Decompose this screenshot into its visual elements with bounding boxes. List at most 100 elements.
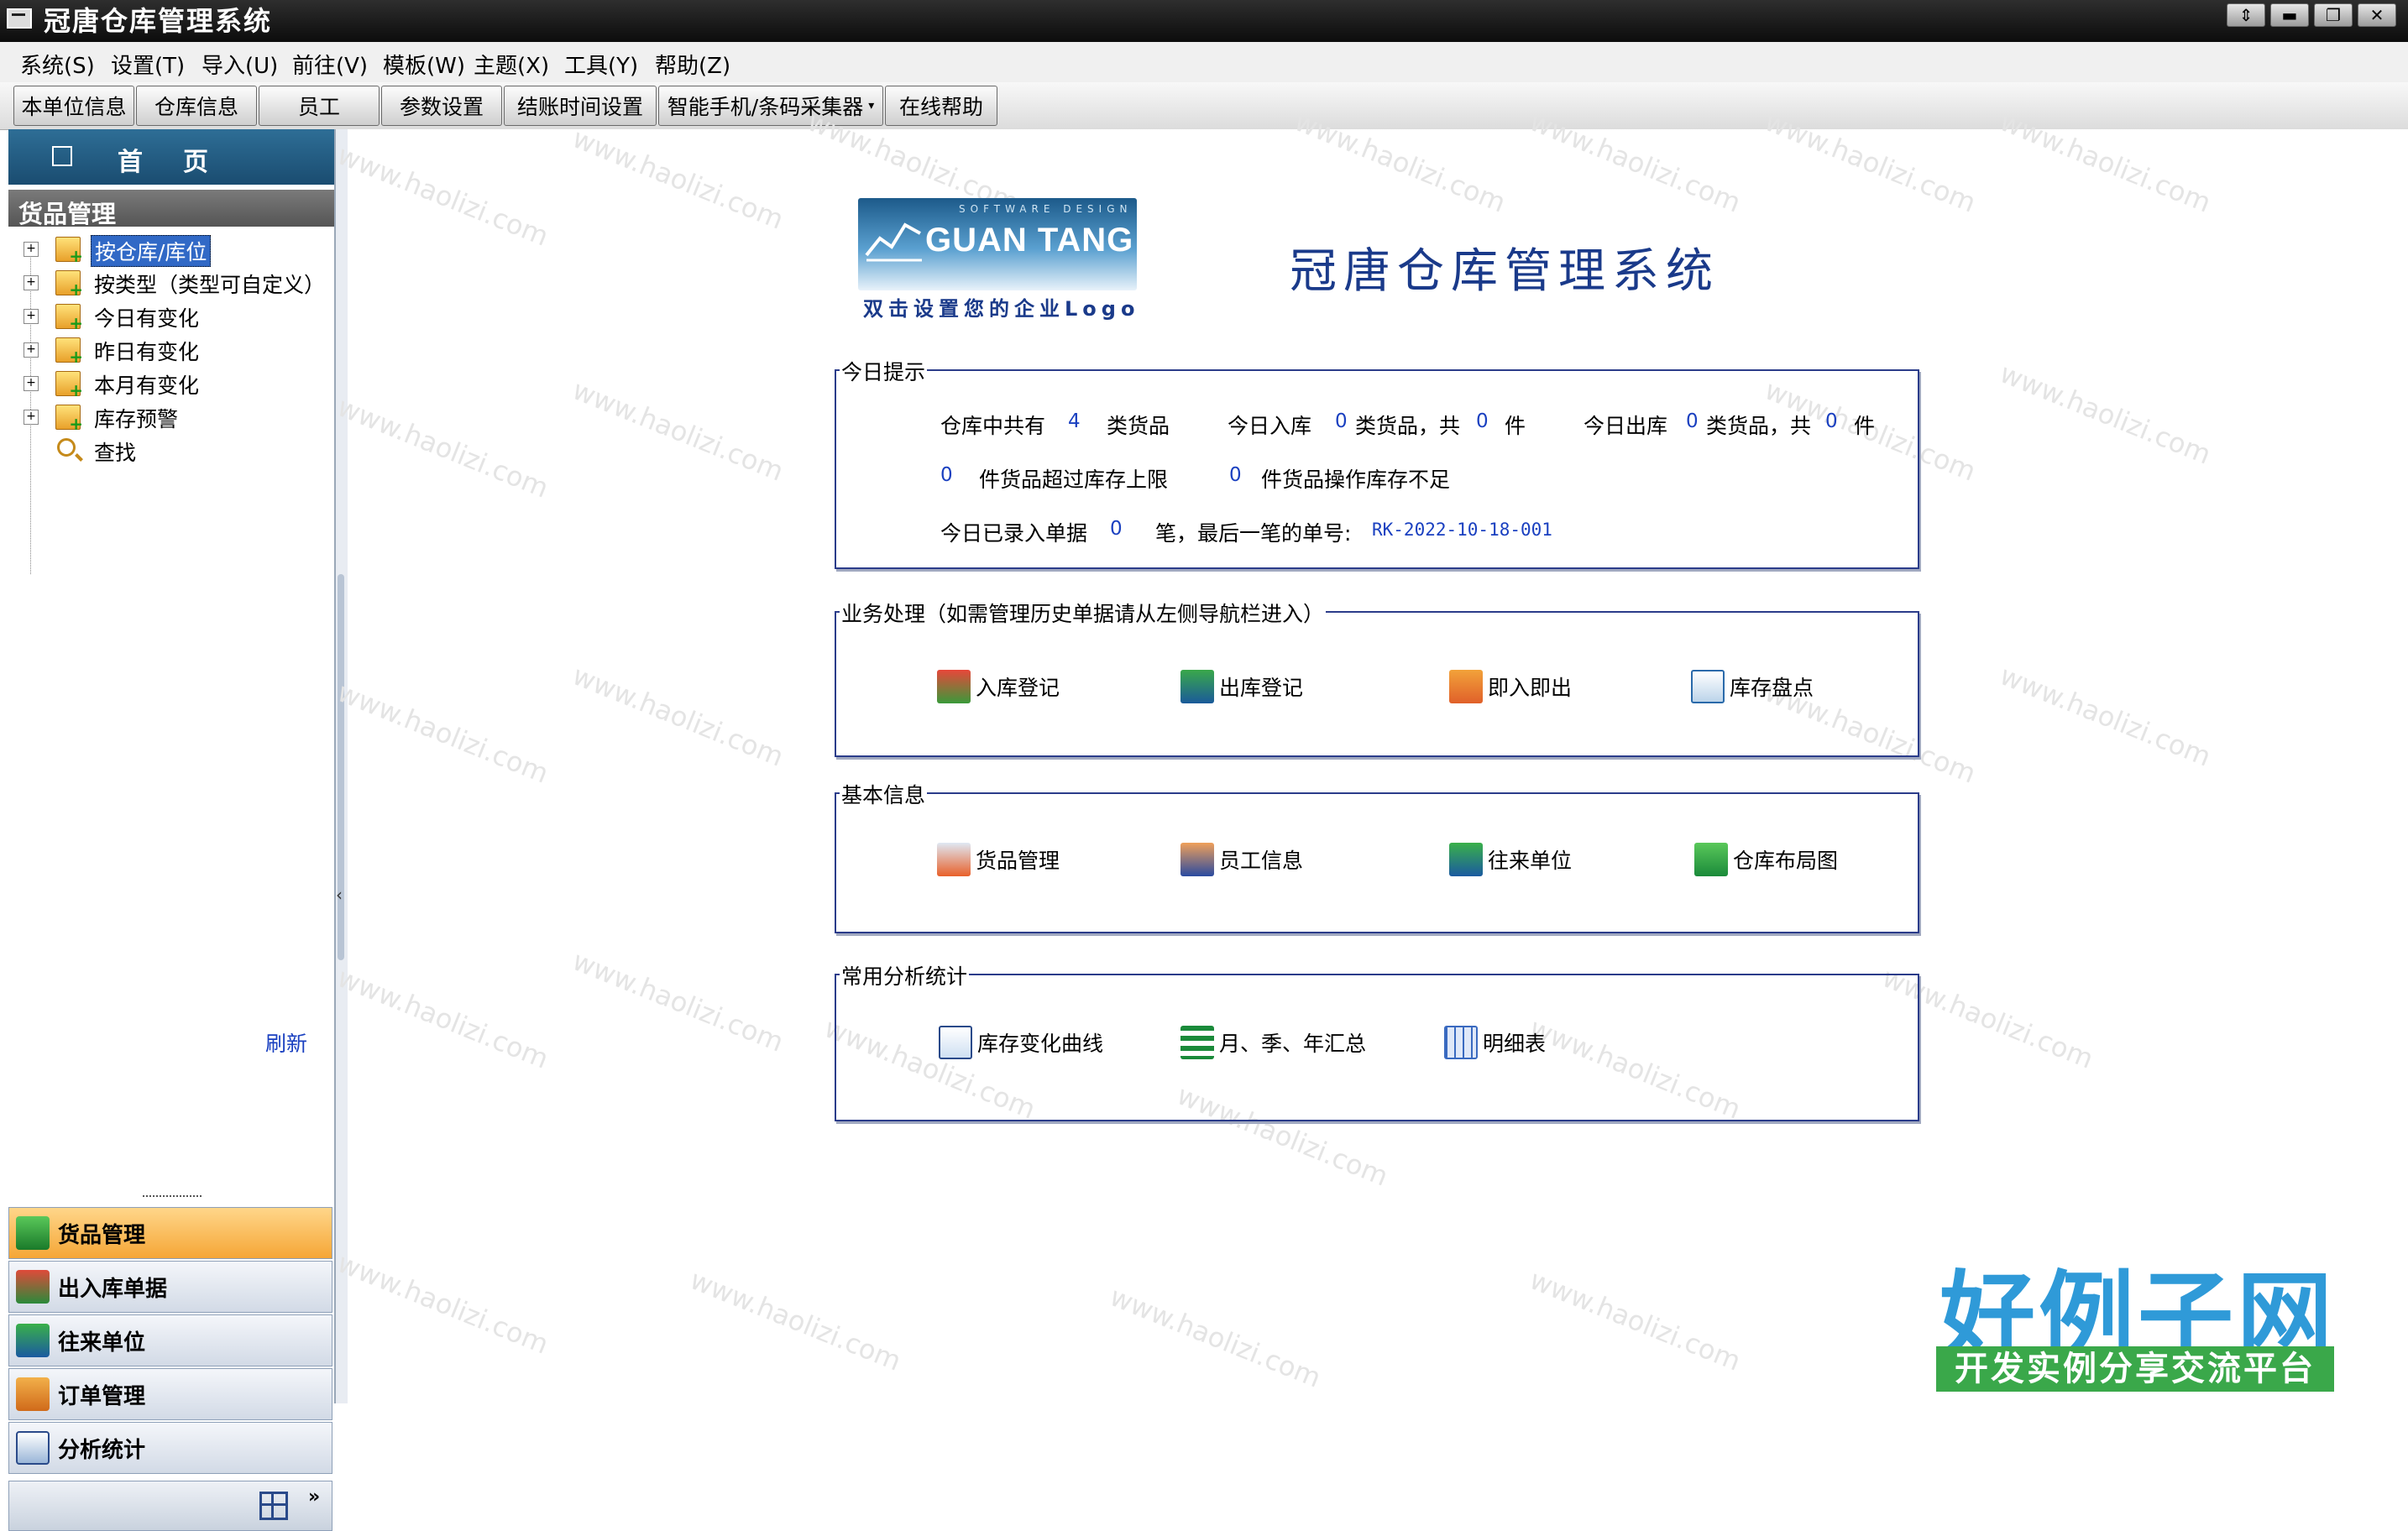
menu-goto[interactable]: 前往(V) [292, 49, 368, 80]
chevron-more-icon[interactable]: » [308, 1487, 320, 1507]
online-help-button[interactable]: 在线帮助 [885, 86, 997, 126]
menu-template[interactable]: 模板(W) [383, 49, 465, 80]
restore-button[interactable]: ❐ [2314, 3, 2353, 27]
expand-icon[interactable]: + [24, 242, 39, 257]
tree-item-stock-alert[interactable]: + 库存预警 [8, 401, 327, 434]
staff-button[interactable]: 员工 [259, 86, 380, 126]
tree-item-label: 库存预警 [94, 407, 179, 431]
watermark-text: www.haolizi.com [332, 1246, 553, 1361]
nav-label: 出入库单据 [58, 1276, 168, 1302]
partners-button[interactable]: 往来单位 [1449, 843, 1572, 876]
refresh-link[interactable]: 刷新 [265, 1027, 307, 1058]
chart-icon [16, 1431, 50, 1465]
last-bill-label: 笔，最后一笔的单号: [1155, 521, 1352, 546]
stocktake-button[interactable]: 库存盘点 [1691, 670, 1814, 703]
watermark-text: www.haolizi.com [1995, 357, 2216, 471]
nav-analysis[interactable]: 分析统计 [8, 1422, 332, 1474]
stock-out-button[interactable]: 出库登记 [1180, 670, 1303, 703]
grid-view-icon[interactable] [259, 1492, 288, 1520]
nav-goods-management[interactable]: 货品管理 [8, 1207, 332, 1259]
menu-help[interactable]: 帮助(Z) [655, 49, 730, 80]
goods-count-text: 仓库中共有 [940, 414, 1046, 438]
navigation-pane: 首页 货品管理 + 按仓库/库位 + 按类型（类型可自定义） + 今日有变化 +… [8, 129, 336, 1531]
closing-time-button[interactable]: 结账时间设置 [504, 86, 657, 126]
in-out-icon [1449, 670, 1483, 703]
menu-import[interactable]: 导入(U) [202, 49, 278, 80]
detail-table-button[interactable]: 明细表 [1444, 1026, 1546, 1059]
checklist-icon [1691, 670, 1725, 703]
expand-icon[interactable]: + [24, 309, 39, 324]
panel-grip[interactable] [143, 1195, 202, 1202]
menu-system[interactable]: 系统(S) [20, 49, 95, 80]
stock-in-icon [937, 670, 971, 703]
tree-item-label: 昨日有变化 [94, 340, 200, 364]
bills-label: 今日已录入单据 [940, 521, 1088, 546]
nav-label: 货品管理 [58, 1222, 146, 1248]
tree-item-label: 按仓库/库位 [91, 235, 212, 267]
watermark-text: www.haolizi.com [568, 122, 788, 236]
section-header: 货品管理 [8, 190, 334, 228]
stock-curve-button[interactable]: 库存变化曲线 [939, 1026, 1103, 1059]
tree-item-this-month[interactable]: + 本月有变化 [8, 368, 327, 400]
goods-count: 4 [1068, 410, 1081, 432]
tree-item-by-type[interactable]: + 按类型（类型可自定义） [8, 267, 327, 300]
watermark-text: www.haolizi.com [332, 390, 553, 504]
nav-label: 往来单位 [58, 1330, 146, 1356]
home-label: 首页 [118, 148, 249, 177]
site-watermark: 好例子网 开发实例分享交流平台 [1931, 1239, 2343, 1398]
period-summary-button[interactable]: 月、季、年汇总 [1180, 1026, 1366, 1059]
tree-item-by-warehouse[interactable]: + 按仓库/库位 [8, 233, 327, 267]
expand-icon[interactable]: + [24, 342, 39, 358]
company-info-button[interactable]: 本单位信息 [13, 86, 134, 126]
nav-orders[interactable]: 订单管理 [8, 1368, 332, 1420]
expand-icon[interactable]: + [24, 275, 39, 290]
warehouse-layout-button[interactable]: 仓库布局图 [1694, 843, 1838, 876]
instant-in-out-button[interactable]: 即入即出 [1449, 670, 1572, 703]
expand-icon[interactable]: + [24, 410, 39, 425]
warehouse-info-button[interactable]: 仓库信息 [136, 86, 257, 126]
group-legend: 常用分析统计 [840, 960, 970, 990]
logo-brand: GUAN TANG [925, 222, 1134, 259]
home-button[interactable]: 首页 [8, 129, 334, 185]
dropdown-arrow-icon[interactable]: ▾ [868, 99, 874, 112]
nav-in-out-bills[interactable]: 出入库单据 [8, 1261, 332, 1313]
logo-chart-icon [865, 222, 922, 262]
watermark-slogan: 开发实例分享交流平台 [1936, 1346, 2334, 1392]
today-out-unit: 件 [1854, 414, 1876, 438]
title-bar: 冠唐仓库管理系统 ⇕ ▬ ❐ ✕ [0, 0, 2408, 42]
today-in-kinds: 0 [1335, 410, 1348, 432]
close-button[interactable]: ✕ [2358, 3, 2396, 27]
stock-in-button[interactable]: 入库登记 [937, 670, 1060, 703]
section-title: 货品管理 [18, 200, 117, 228]
collapse-arrow-icon[interactable]: ‹ [336, 885, 343, 905]
expand-icon[interactable]: + [24, 376, 39, 391]
over-limit-text: 件货品超过库存上限 [979, 468, 1169, 492]
tree-item-search[interactable]: 查找 [8, 435, 327, 465]
system-menu-icon[interactable] [7, 8, 32, 29]
stock-out-icon [1180, 670, 1214, 703]
tree-item-today[interactable]: + 今日有变化 [8, 300, 327, 333]
minimize-button[interactable]: ▬ [2270, 3, 2309, 27]
company-logo[interactable]: SOFTWARE DESIGN GUAN TANG [858, 198, 1137, 290]
tree-item-label: 今日有变化 [94, 306, 200, 331]
main-area: www.haolizi.com www.haolizi.com www.haol… [333, 105, 2408, 1403]
today-out-label: 今日出库 [1584, 414, 1668, 438]
menu-settings[interactable]: 设置(T) [111, 49, 185, 80]
order-icon [16, 1377, 50, 1411]
group-legend: 今日提示 [840, 356, 928, 386]
tree-item-yesterday[interactable]: + 昨日有变化 [8, 334, 327, 367]
logo-tagline: SOFTWARE DESIGN [959, 203, 1133, 215]
scroll-updown-icon[interactable]: ⇕ [2227, 3, 2265, 27]
today-out-mid: 类货品，共 [1706, 414, 1812, 438]
pane-splitter[interactable]: ‹ [336, 129, 348, 1403]
menu-theme[interactable]: 主题(X) [474, 49, 549, 80]
goods-management-button[interactable]: 货品管理 [937, 843, 1060, 876]
parameter-settings-button[interactable]: 参数设置 [381, 86, 502, 126]
nav-partners[interactable]: 往来单位 [8, 1314, 332, 1366]
today-in-label: 今日入库 [1228, 414, 1312, 438]
action-label: 库存盘点 [1730, 676, 1814, 700]
watermark-text: www.haolizi.com [1105, 1280, 1326, 1394]
menu-tools[interactable]: 工具(Y) [564, 49, 638, 80]
staff-info-button[interactable]: 员工信息 [1180, 843, 1303, 876]
last-bill-number[interactable]: RK-2022-10-18-001 [1372, 520, 1552, 540]
